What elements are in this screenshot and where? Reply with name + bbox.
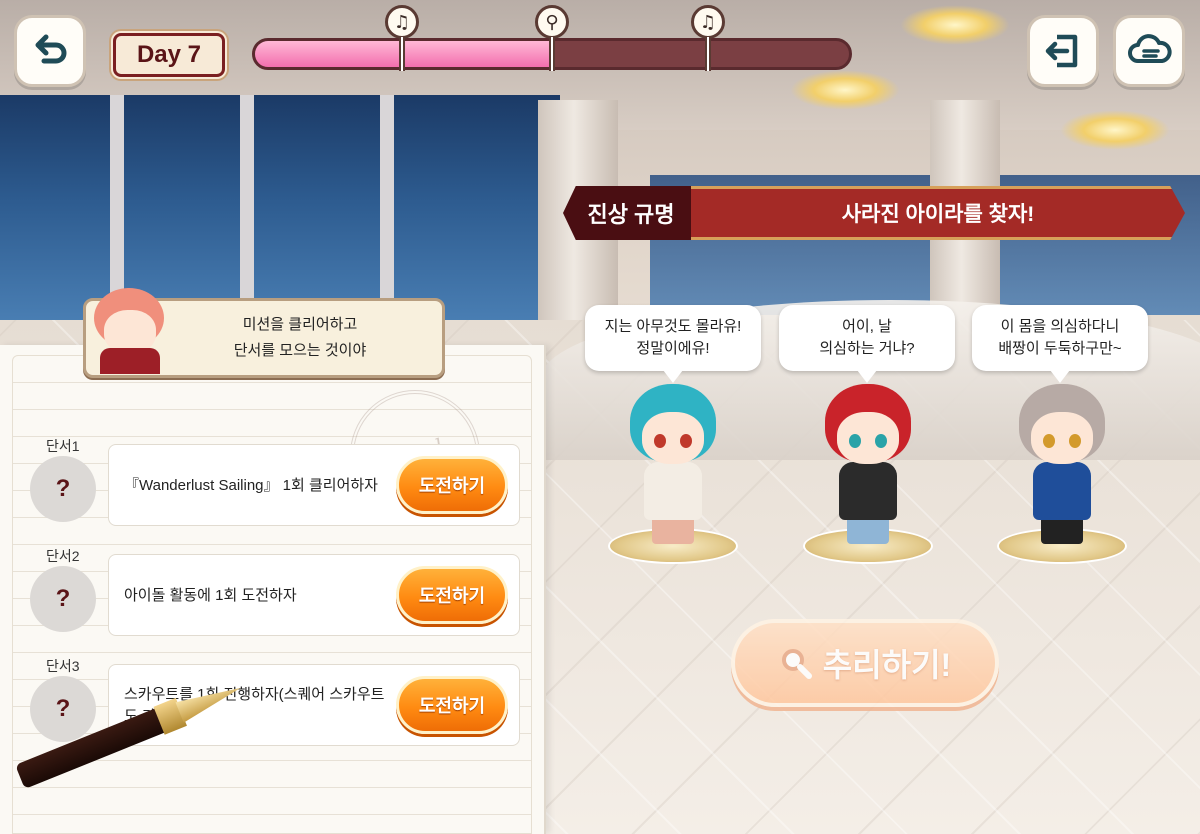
clue-text: 아이돌 활동에 1회 도전하자 xyxy=(124,587,297,604)
clue-label: 단서2 xyxy=(46,548,80,564)
guide-message: 미션을 클리어하고 단서를 모으는 것이야 xyxy=(180,312,420,364)
challenge-button[interactable]: 도전하기 xyxy=(396,566,508,624)
character-eye xyxy=(680,434,692,448)
music-note-icon: ♫ xyxy=(691,5,725,39)
mission-banner: 진상 규명 사라진 아이라를 찾자! xyxy=(563,186,1185,240)
guide-line: 단서를 모으는 것이야 xyxy=(233,342,367,359)
challenge-label: 도전하기 xyxy=(418,586,486,606)
challenge-button[interactable]: 도전하기 xyxy=(396,456,508,514)
character-face xyxy=(642,412,704,464)
speech-line: 의심하는 거냐? xyxy=(819,340,915,357)
guide-line: 미션을 클리어하고 xyxy=(242,316,358,333)
chandelier xyxy=(790,70,900,110)
undo-arrow-icon xyxy=(35,34,67,64)
character-outfit xyxy=(644,462,702,520)
exit-door-icon xyxy=(1045,34,1078,68)
back-button[interactable] xyxy=(14,15,86,87)
speech-line: 어이, 날 xyxy=(842,318,892,335)
character-eye xyxy=(654,434,666,448)
milestone-pin: ♫ xyxy=(385,5,419,73)
challenge-label: 도전하기 xyxy=(418,696,486,716)
character-eye xyxy=(1069,434,1081,448)
milestone-stem xyxy=(399,37,405,71)
mission-tag: 진상 규명 xyxy=(563,186,691,240)
character-eye xyxy=(849,434,861,448)
clue-card: 아이돌 활동에 1회 도전하자 도전하기 xyxy=(108,554,520,636)
milestone-stem xyxy=(549,37,555,71)
chandelier xyxy=(1060,110,1170,150)
mission-title-box: 사라진 아이라를 찾자! xyxy=(691,186,1185,240)
mission-tag-label: 진상 규명 xyxy=(587,202,675,227)
character-outfit xyxy=(839,462,897,520)
clue-label: 단서3 xyxy=(46,658,80,674)
challenge-button[interactable]: 도전하기 xyxy=(396,676,508,734)
speech-line: 정말이에유! xyxy=(636,340,710,357)
day-label: Day 7 xyxy=(136,41,202,68)
deduce-label: 추리하기! xyxy=(822,647,952,683)
chandelier xyxy=(900,5,1010,45)
clue-unknown-avatar: ? xyxy=(30,456,96,522)
clue-label: 단서1 xyxy=(46,438,80,454)
window-left xyxy=(0,95,560,325)
speech-line: 지는 아무것도 몰라유! xyxy=(604,318,742,335)
guide-avatar xyxy=(90,288,170,376)
character-eye xyxy=(875,434,887,448)
milestone-pin: ♫ xyxy=(691,5,725,73)
magnifier-icon: ⚲ xyxy=(535,5,569,39)
clue-row-1: 단서1 ? 『Wanderlust Sailing』 1회 클리어하자 도전하기 xyxy=(28,438,520,526)
character-outfit xyxy=(1033,462,1091,520)
clue-text: 『Wanderlust Sailing』 1회 클리어하자 xyxy=(124,477,378,494)
speech-line: 배짱이 두둑하구만~ xyxy=(998,340,1122,357)
suspect-character-3[interactable] xyxy=(997,384,1127,564)
mission-title: 사라진 아이라를 찾자! xyxy=(841,203,1035,226)
speech-line: 이 몸을 의심하다니 xyxy=(1000,318,1120,335)
music-note-icon: ♫ xyxy=(385,5,419,39)
clue-card: 『Wanderlust Sailing』 1회 클리어하자 도전하기 xyxy=(108,444,520,526)
avatar-body xyxy=(100,348,160,374)
clue-row-2: 단서2 ? 아이돌 활동에 1회 도전하자 도전하기 xyxy=(28,548,520,636)
deduce-button[interactable]: 추리하기! xyxy=(731,619,999,707)
magnifier-icon xyxy=(781,649,812,679)
character-face xyxy=(1031,412,1093,464)
cloud-menu-button[interactable] xyxy=(1113,15,1185,87)
speech-bubble-suspect-1: 지는 아무것도 몰라유! 정말이에유! xyxy=(585,305,761,383)
suspect-character-1[interactable] xyxy=(608,384,738,564)
challenge-label: 도전하기 xyxy=(418,476,486,496)
milestone-stem xyxy=(705,37,711,71)
day-badge: Day 7 xyxy=(113,33,225,77)
speech-bubble-suspect-3: 이 몸을 의심하다니 배짱이 두둑하구만~ xyxy=(972,305,1148,383)
cloud-menu-icon xyxy=(1128,34,1172,63)
unknown-mark: ? xyxy=(55,585,71,612)
exit-button[interactable] xyxy=(1027,15,1099,87)
milestone-pin: ⚲ xyxy=(535,5,569,73)
unknown-mark: ? xyxy=(55,475,71,502)
suspect-character-2[interactable] xyxy=(803,384,933,564)
speech-bubble-suspect-2: 어이, 날 의심하는 거냐? xyxy=(779,305,955,383)
character-eye xyxy=(1043,434,1055,448)
clue-unknown-avatar: ? xyxy=(30,566,96,632)
character-face xyxy=(837,412,899,464)
unknown-mark: ? xyxy=(55,695,71,722)
